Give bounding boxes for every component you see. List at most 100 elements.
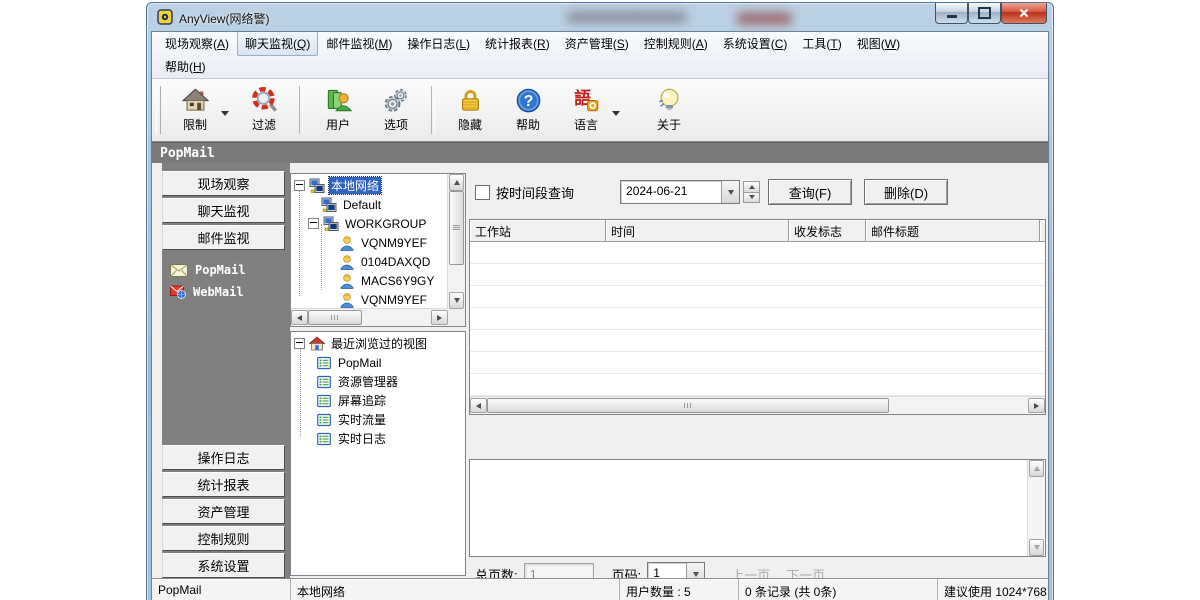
- scroll-thumb[interactable]: [308, 310, 362, 325]
- scrollbar-corner: [448, 309, 465, 326]
- column-header-workstation[interactable]: 工作站: [470, 220, 606, 241]
- sidebar-item-statistics[interactable]: 统计报表: [162, 472, 285, 497]
- tree-item-computer[interactable]: VQNM9YEF: [291, 290, 448, 309]
- minimize-button[interactable]: [935, 3, 968, 24]
- column-header-time[interactable]: 时间: [606, 220, 789, 241]
- close-button[interactable]: [1001, 3, 1047, 24]
- tree-vertical-scrollbar[interactable]: [447, 174, 465, 309]
- menu-item-operation-log[interactable]: 操作日志(L): [400, 32, 477, 55]
- language-dropdown-arrow[interactable]: [612, 111, 620, 120]
- table-horizontal-scrollbar[interactable]: [470, 396, 1045, 414]
- sidebar-item-system-settings[interactable]: 系统设置: [162, 553, 285, 578]
- menu-item-mail-monitor[interactable]: 邮件监视(M): [319, 32, 399, 55]
- view-icon: [317, 394, 331, 408]
- menu-item-control-rules[interactable]: 控制规则(A): [637, 32, 715, 55]
- tree-item-recent-views[interactable]: 最近浏览过的视图: [291, 334, 465, 353]
- network-icon: [323, 216, 339, 232]
- menu-item-system-settings[interactable]: 系统设置(C): [716, 32, 795, 55]
- users-icon: [325, 87, 352, 114]
- scroll-up-arrow[interactable]: [1029, 460, 1044, 477]
- menu-item-asset-management[interactable]: 资产管理(S): [558, 32, 636, 55]
- date-picker[interactable]: 2024-06-21: [620, 180, 740, 204]
- menu-item-chat-monitor[interactable]: 聊天监视(Q): [237, 31, 318, 56]
- toolbar-grip[interactable]: [156, 86, 161, 134]
- maximize-icon: [978, 7, 991, 19]
- sidebar-top-group: 现场观察 聊天监视 邮件监视: [162, 169, 285, 250]
- total-pages-input[interactable]: 1: [524, 563, 594, 578]
- tree-item-computer[interactable]: MACS6Y9GY: [291, 271, 448, 290]
- collapse-icon[interactable]: [294, 180, 305, 191]
- tree-item-view-resource-manager[interactable]: 资源管理器: [291, 372, 465, 391]
- query-button[interactable]: 查询(F): [768, 179, 852, 205]
- tree-item-workgroup[interactable]: WORKGROUP: [291, 214, 448, 233]
- menu-item-tools[interactable]: 工具(T): [795, 32, 848, 55]
- tree-item-local-network[interactable]: 本地网络: [291, 176, 448, 195]
- menu-item-scene-watch[interactable]: 现场观察(A): [158, 32, 236, 55]
- tree-item-view-screen-tracking[interactable]: 屏幕追踪: [291, 391, 465, 410]
- window-title: AnyView(网络警): [179, 10, 269, 27]
- menu-item-view[interactable]: 视图(W): [850, 32, 907, 55]
- toolbar-button-options[interactable]: 选项: [367, 85, 425, 135]
- view-header-title: PopMail: [160, 146, 215, 161]
- collapse-icon[interactable]: [308, 218, 319, 229]
- page-dropdown-button[interactable]: [686, 563, 704, 578]
- scroll-thumb[interactable]: [449, 191, 464, 265]
- house-icon: [182, 87, 209, 114]
- window-content: 现场观察(A) 聊天监视(Q) 邮件监视(M) 操作日志(L) 统计报表(R) …: [151, 31, 1049, 600]
- menu-item-help[interactable]: 帮助(H): [158, 55, 213, 78]
- scroll-down-arrow[interactable]: [449, 292, 464, 309]
- toolbar-button-about[interactable]: 关于: [640, 85, 698, 135]
- sidebar-item-mail-monitor[interactable]: 邮件监视: [162, 225, 285, 250]
- delete-button[interactable]: 删除(D): [864, 179, 948, 205]
- spinner-up-button[interactable]: [743, 181, 760, 193]
- toolbar-button-help[interactable]: 帮助: [499, 85, 557, 135]
- scroll-thumb[interactable]: [487, 398, 889, 413]
- desktop: AnyView(网络警) 现场观察(A) 聊天监视(Q) 邮件监视(M) 操作日…: [0, 0, 1200, 600]
- sidebar: 现场观察 聊天监视 邮件监视 PopMail WebMail: [162, 163, 290, 578]
- scroll-left-arrow[interactable]: [291, 310, 308, 325]
- spinner-down-button[interactable]: [743, 193, 760, 204]
- column-header-direction[interactable]: 收发标志: [789, 220, 866, 241]
- toolbar-button-users[interactable]: 用户: [309, 85, 367, 135]
- date-spinner: [743, 181, 760, 203]
- tree-item-computer[interactable]: VQNM9YEF: [291, 233, 448, 252]
- sidebar-item-control-rules[interactable]: 控制规则: [162, 526, 285, 551]
- prev-page-link[interactable]: 上一页: [731, 565, 770, 579]
- menu-item-statistics[interactable]: 统计报表(R): [478, 32, 557, 55]
- tree-item-view-realtime-traffic[interactable]: 实时流量: [291, 410, 465, 429]
- scroll-down-arrow[interactable]: [1029, 539, 1044, 556]
- scroll-right-arrow[interactable]: [431, 310, 448, 325]
- scroll-up-arrow[interactable]: [449, 174, 464, 191]
- column-header-size[interactable]: 大小(KB): [1040, 220, 1045, 241]
- sidebar-item-scene-watch[interactable]: 现场观察: [162, 171, 285, 196]
- view-icon: [317, 356, 331, 370]
- mail-preview-box[interactable]: [469, 459, 1046, 557]
- page-number-select[interactable]: 1: [647, 562, 705, 578]
- tree-item-view-popmail[interactable]: PopMail: [291, 353, 465, 372]
- toolbar-button-hide[interactable]: 隐藏: [441, 85, 499, 135]
- sidebar-item-operation-log[interactable]: 操作日志: [162, 445, 285, 470]
- sidebar-item-webmail[interactable]: WebMail: [162, 281, 290, 303]
- next-page-link[interactable]: 下一页: [786, 565, 825, 579]
- tree-horizontal-scrollbar[interactable]: [291, 308, 448, 326]
- tree-item-computer[interactable]: 0104DAXQD: [291, 252, 448, 271]
- column-header-subject[interactable]: 邮件标题: [866, 220, 1040, 241]
- toolbar-button-restrict[interactable]: 限制: [166, 85, 235, 135]
- menu-bar: 现场观察(A) 聊天监视(Q) 邮件监视(M) 操作日志(L) 统计报表(R) …: [152, 32, 1048, 79]
- toolbar-button-filter[interactable]: 过滤: [235, 85, 293, 135]
- tree-item-view-realtime-log[interactable]: 实时日志: [291, 429, 465, 448]
- toolbar-button-language[interactable]: 语言: [557, 85, 626, 135]
- time-range-checkbox[interactable]: [475, 185, 490, 200]
- sidebar-item-chat-monitor[interactable]: 聊天监视: [162, 198, 285, 223]
- preview-vertical-scrollbar[interactable]: [1027, 460, 1045, 556]
- date-dropdown-button[interactable]: [721, 181, 739, 203]
- restrict-dropdown-arrow[interactable]: [221, 111, 229, 120]
- scroll-left-arrow[interactable]: [470, 398, 487, 413]
- collapse-icon[interactable]: [294, 338, 305, 349]
- scroll-right-arrow[interactable]: [1028, 398, 1045, 413]
- maximize-button[interactable]: [968, 3, 1001, 24]
- sidebar-item-popmail[interactable]: PopMail: [162, 259, 290, 281]
- tree-item-default[interactable]: Default: [291, 195, 448, 214]
- sidebar-item-asset-management[interactable]: 资产管理: [162, 499, 285, 524]
- toolbar-separator: [431, 86, 435, 134]
